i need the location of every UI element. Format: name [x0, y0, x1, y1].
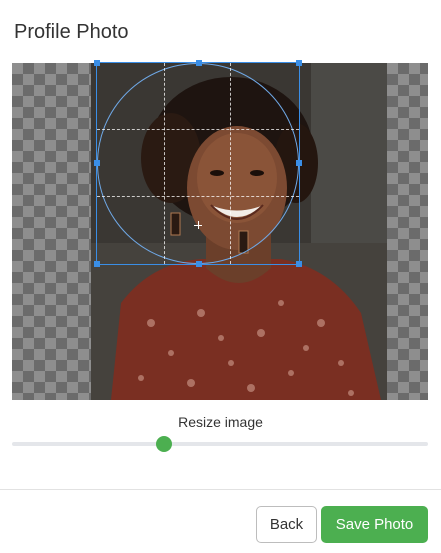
crop-guide-line	[163, 63, 165, 264]
crop-handle-bottom[interactable]	[196, 261, 202, 267]
transparent-margin	[387, 63, 428, 400]
crop-handle-top-left[interactable]	[94, 60, 100, 66]
crop-guide-line	[97, 129, 299, 131]
crop-selection[interactable]	[94, 60, 302, 267]
crop-center-icon	[198, 221, 199, 229]
back-button[interactable]: Back	[256, 506, 317, 543]
save-photo-button[interactable]: Save Photo	[321, 506, 428, 543]
crop-guide-line	[97, 195, 299, 197]
crop-handle-top[interactable]	[196, 60, 202, 66]
crop-handle-bottom-left[interactable]	[94, 261, 100, 267]
crop-guide-line	[230, 63, 232, 264]
resize-slider-thumb[interactable]	[156, 436, 172, 452]
crop-handle-top-right[interactable]	[296, 60, 302, 66]
crop-handle-bottom-right[interactable]	[296, 261, 302, 267]
resize-slider-track[interactable]	[12, 442, 428, 446]
crop-circle-outline	[97, 63, 299, 264]
dialog-title: Profile Photo	[14, 21, 129, 43]
resize-label: Resize image	[178, 414, 263, 430]
crop-handle-left[interactable]	[94, 160, 100, 166]
crop-handle-right[interactable]	[296, 160, 302, 166]
footer-divider	[0, 489, 441, 490]
